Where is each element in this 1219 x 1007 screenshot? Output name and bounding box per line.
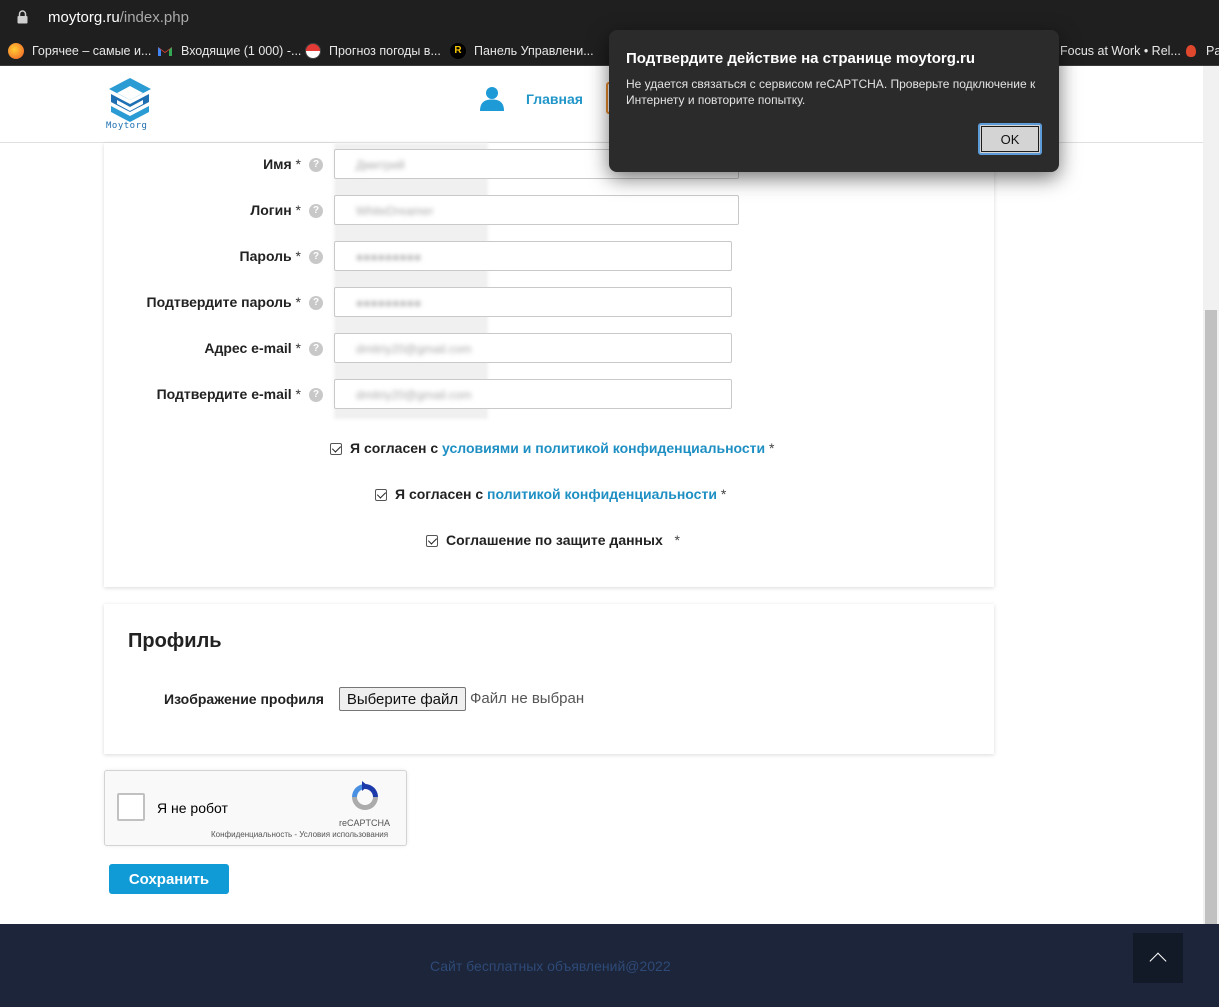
recaptcha-checkbox[interactable] bbox=[117, 793, 145, 821]
logo-text: Moytorg bbox=[106, 121, 148, 131]
help-icon[interactable]: ? bbox=[309, 250, 323, 264]
profile-title: Профиль bbox=[128, 630, 222, 652]
dialog-ok-button[interactable]: OK bbox=[978, 123, 1042, 155]
field-label-confirm-email: Подтвердите e-mail * bbox=[156, 386, 301, 402]
panel-icon: R bbox=[450, 43, 466, 59]
recaptcha-brand: reCAPTCHA bbox=[339, 818, 391, 828]
privacy-link[interactable]: политикой конфиденциальности bbox=[487, 486, 717, 502]
help-icon[interactable]: ? bbox=[309, 158, 323, 172]
gmail-icon bbox=[158, 47, 172, 56]
confirm-email-value: dmitriy20@gmail.com bbox=[356, 388, 472, 402]
nav-home-link[interactable]: Главная bbox=[526, 91, 583, 107]
recaptcha-label: Я не робот bbox=[157, 800, 228, 816]
terms-link[interactable]: условиями и политикой конфиденциальности bbox=[442, 440, 765, 456]
confirm-password-value: ●●●●●●●●● bbox=[356, 296, 422, 310]
login-value: WhiteDreamer bbox=[356, 204, 434, 218]
field-label-login: Логин * bbox=[250, 202, 301, 218]
blurred-region bbox=[334, 143, 488, 419]
bookmark-icon bbox=[1186, 45, 1196, 57]
help-icon[interactable]: ? bbox=[309, 388, 323, 402]
field-label-email: Адрес e-mail * bbox=[204, 340, 301, 356]
recaptcha-links[interactable]: Конфиденциальность - Условия использован… bbox=[211, 830, 388, 839]
flame-icon bbox=[8, 43, 24, 59]
terms-checkbox[interactable] bbox=[330, 443, 342, 455]
file-status: Файл не выбран bbox=[470, 690, 585, 707]
help-icon[interactable]: ? bbox=[309, 204, 323, 218]
data-protection-agreement: Соглашение по защите данных * bbox=[446, 532, 680, 548]
user-icon[interactable] bbox=[479, 85, 505, 111]
bookmark-item[interactable]: Прогноз погоды в... bbox=[305, 42, 441, 60]
url-text[interactable]: moytorg.ru/index.php bbox=[48, 9, 189, 26]
field-label-password: Пароль * bbox=[239, 248, 301, 264]
field-label-name: Имя * bbox=[263, 156, 301, 172]
scrollbar-thumb[interactable] bbox=[1205, 310, 1217, 924]
terms-agreement: Я согласен с условиями и политикой конфи… bbox=[350, 440, 775, 456]
privacy-checkbox[interactable] bbox=[375, 489, 387, 501]
privacy-agreement: Я согласен с политикой конфиденциальност… bbox=[395, 486, 727, 502]
bookmark-item[interactable]: Focus at Work • Rel... bbox=[1060, 42, 1181, 60]
bookmark-item[interactable]: Входящие (1 000) -... bbox=[157, 42, 301, 60]
password-value: ●●●●●●●●● bbox=[356, 250, 422, 264]
help-icon[interactable]: ? bbox=[309, 342, 323, 356]
avatar-label: Изображение профиля bbox=[164, 691, 324, 707]
save-button[interactable]: Сохранить bbox=[109, 864, 229, 894]
choose-file-button[interactable]: Выберите файл bbox=[339, 687, 466, 711]
name-value: Дмитрий bbox=[356, 158, 405, 172]
bookmark-item[interactable]: Pa bbox=[1186, 42, 1219, 60]
dialog-message: Не удается связаться с сервисом reCAPTCH… bbox=[626, 77, 1036, 107]
help-icon[interactable]: ? bbox=[309, 296, 323, 310]
bookmark-item[interactable]: Горячее – самые и... bbox=[8, 42, 151, 60]
profile-card bbox=[104, 604, 994, 754]
field-label-confirm-password: Подтвердите пароль * bbox=[146, 294, 301, 310]
recaptcha-logo-icon bbox=[352, 781, 378, 810]
weather-icon bbox=[305, 43, 321, 59]
email-value: dmitriy20@gmail.com bbox=[356, 342, 472, 356]
dialog-title: Подтвердите действие на странице moytorg… bbox=[626, 50, 976, 67]
lock-icon bbox=[17, 10, 28, 24]
scrollbar-track-bottom bbox=[1203, 924, 1219, 1007]
scroll-to-top-button[interactable] bbox=[1133, 933, 1183, 983]
bookmark-item[interactable]: R Панель Управлени... bbox=[450, 42, 594, 60]
data-protection-checkbox[interactable] bbox=[426, 535, 438, 547]
footer-copyright: Сайт бесплатных объявлений@2022 bbox=[430, 958, 671, 974]
